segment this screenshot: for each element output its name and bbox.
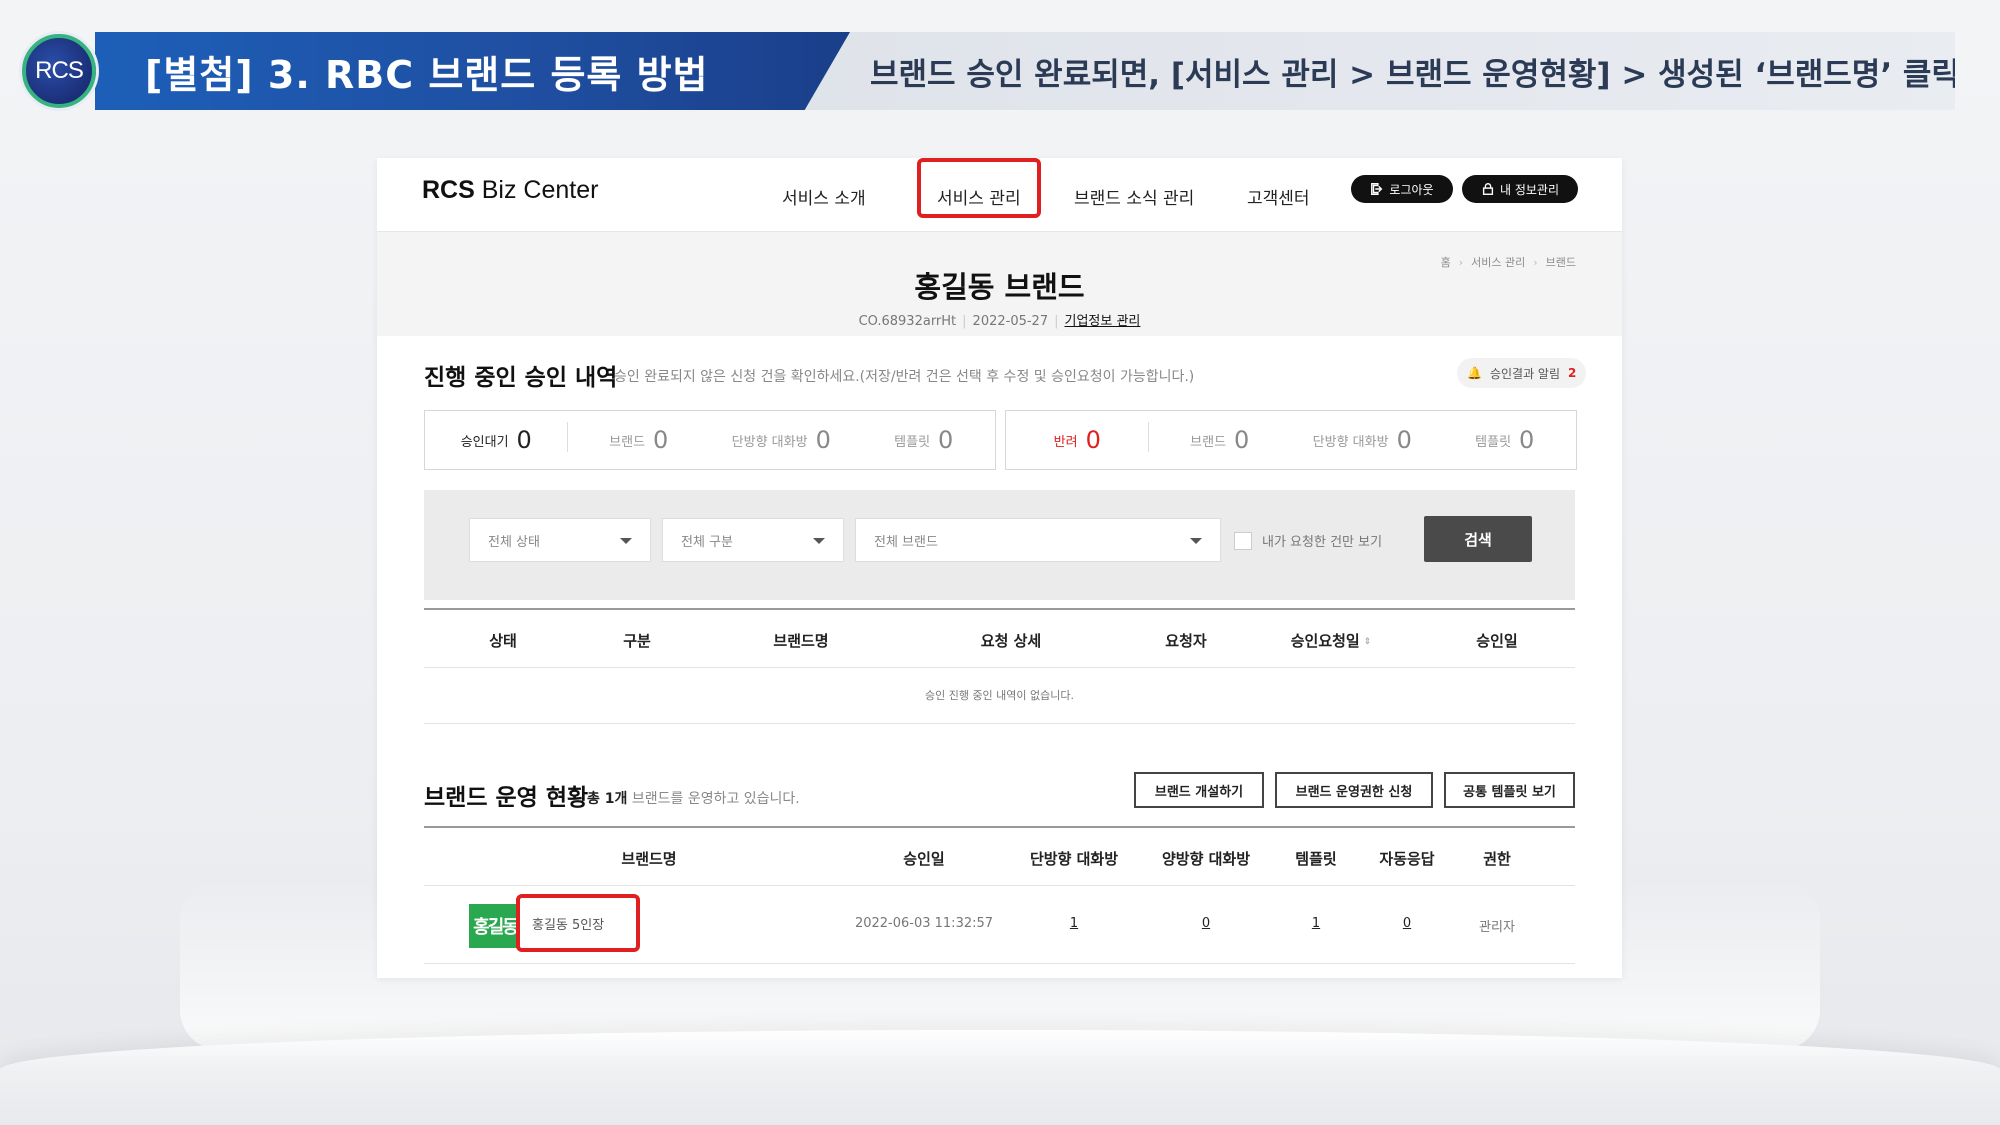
col-request-date[interactable]: 승인요청일 ⇕ [1291,630,1372,651]
stat-pending-oneway[interactable]: 단방향 대화방 0 [710,426,853,454]
slide-subtitle: 브랜드 승인 완료되면, [서비스 관리 > 브랜드 운영현황] > 생성된 ‘… [870,56,1960,93]
nav-brand-news[interactable]: 브랜드 소식 관리 [1074,184,1194,209]
stat-pending-brand[interactable]: 브랜드 0 [568,426,711,454]
pending-stats: 승인대기 0 브랜드 0 단방향 대화방 0 템플릿 0 [424,410,996,470]
brand-select[interactable]: 전체 브랜드 [855,518,1221,562]
col-status: 상태 [489,632,517,650]
bell-icon: 🔔 [1467,366,1482,380]
common-templates-button[interactable]: 공통 템플릿 보기 [1444,772,1575,808]
approval-alarm[interactable]: 🔔 승인결과 알림 2 [1457,358,1587,388]
stat-rejected-oneway[interactable]: 단방향 대화방 0 [1291,426,1434,454]
title-band: [별첨] 3. RBC 브랜드 등록 방법 [95,32,850,110]
stat-rejected-brand[interactable]: 브랜드 0 [1149,426,1292,454]
col-brand-name: 브랜드명 [621,850,677,868]
nav-service-intro[interactable]: 서비스 소개 [782,184,866,209]
row-oneway-count[interactable]: 1 [1070,916,1078,931]
brand-name-link[interactable]: 홍길동 5인장 [516,894,640,952]
highlight-box-service-manage [917,158,1041,218]
biz-center-logo[interactable]: RCS Biz Center [422,176,598,205]
search-button[interactable]: 검색 [1424,516,1532,562]
chevron-down-icon [620,538,632,544]
create-brand-button[interactable]: 브랜드 개설하기 [1134,772,1264,808]
col-brand-name: 브랜드명 [773,632,829,650]
row-role: 관리자 [1479,920,1515,935]
col-autoreply: 자동응답 [1379,850,1435,868]
brand-id: CO.68932arrHt [858,314,957,329]
stat-rejected[interactable]: 반려 0 [1006,422,1149,454]
brand-status-title: 브랜드 운영 현황 [424,785,589,811]
chevron-down-icon [813,538,825,544]
nav-customer-center[interactable]: 고객센터 [1247,184,1310,209]
my-info-button[interactable]: 내 정보관리 [1462,175,1578,203]
approvals-desc: 승인 완료되지 않은 신청 건을 확인하세요.(저장/반려 건은 선택 후 수정… [614,369,1195,385]
approvals-title: 진행 중인 승인 내역 [424,365,618,391]
stage-floor [0,1030,2000,1125]
subtitle-band: 브랜드 승인 완료되면, [서비스 관리 > 브랜드 운영현황] > 생성된 ‘… [800,32,1955,110]
row-approved-date: 2022-06-03 11:32:57 [854,916,994,931]
brand-thumbnail[interactable]: 홍길동 [469,904,521,948]
row-template-count[interactable]: 1 [1312,916,1320,931]
logout-icon [1371,183,1383,195]
page-title: 홍길동 브랜드 [914,270,1085,304]
status-select[interactable]: 전체 상태 [469,518,651,562]
lock-icon [1482,183,1494,195]
page-header: 홈 › 서비스 관리 › 브랜드 홍길동 브랜드 CO.68932arrHt | 2022-… [377,232,1622,336]
screenshot-panel: RCS Biz Center 서비스 소개 서비스 관리 브랜드 소식 관리 고… [377,158,1622,978]
mine-only-checkbox[interactable] [1234,532,1252,550]
row-autoreply-count[interactable]: 0 [1403,916,1411,931]
stat-rejected-template[interactable]: 템플릿 0 [1434,426,1577,454]
request-brand-permission-button[interactable]: 브랜드 운영권한 신청 [1275,772,1433,808]
type-select[interactable]: 전체 구분 [662,518,844,562]
row-twoway-count[interactable]: 0 [1202,916,1210,931]
col-templates: 템플릿 [1295,850,1337,868]
col-approved-date: 승인일 [903,850,945,868]
rcs-logo: RCS [22,34,96,108]
col-approved-date: 승인일 [1476,632,1518,650]
page-meta: CO.68932arrHt | 2022-05-27 | 기업정보 관리 [858,314,1141,329]
logout-button[interactable]: 로그아웃 [1351,175,1453,203]
stat-pending[interactable]: 승인대기 0 [425,422,568,454]
brand-date: 2022-05-27 [972,314,1049,329]
col-requester: 요청자 [1165,632,1207,650]
col-request-detail: 요청 상세 [980,632,1042,650]
sort-icon: ⇕ [1363,636,1372,647]
brand-status-count: 총 1개 브랜드를 운영하고 있습니다. [587,791,800,807]
top-navigation: RCS Biz Center 서비스 소개 서비스 관리 브랜드 소식 관리 고… [377,158,1622,232]
col-type: 구분 [623,632,651,650]
mine-only-label[interactable]: 내가 요청한 건만 보기 [1262,531,1382,550]
approval-table-header: 상태 구분 브랜드명 요청 상세 요청자 승인요청일 ⇕ 승인일 [424,608,1575,668]
corp-info-link[interactable]: 기업정보 관리 [1065,314,1141,329]
table-row[interactable]: 홍길동 홍길동 5인장 2022-06-03 11:32:57 1 0 1 0 … [424,886,1575,964]
brand-table-header: 브랜드명 승인일 단방향 대화방 양방향 대화방 템플릿 자동응답 권한 [424,826,1575,886]
rejected-stats: 반려 0 브랜드 0 단방향 대화방 0 템플릿 0 [1005,410,1577,470]
col-role: 권한 [1483,850,1511,868]
col-twoway-room: 양방향 대화방 [1161,850,1251,868]
col-oneway-room: 단방향 대화방 [1029,850,1119,868]
approval-empty-row: 승인 진행 중인 내역이 없습니다. [424,668,1575,724]
stat-pending-template[interactable]: 템플릿 0 [853,426,996,454]
slide-title: [별첨] 3. RBC 브랜드 등록 방법 [145,52,709,97]
chevron-down-icon [1190,538,1202,544]
filter-bar: 전체 상태 전체 구분 전체 브랜드 내가 요청한 건만 보기 검색 [424,490,1575,600]
